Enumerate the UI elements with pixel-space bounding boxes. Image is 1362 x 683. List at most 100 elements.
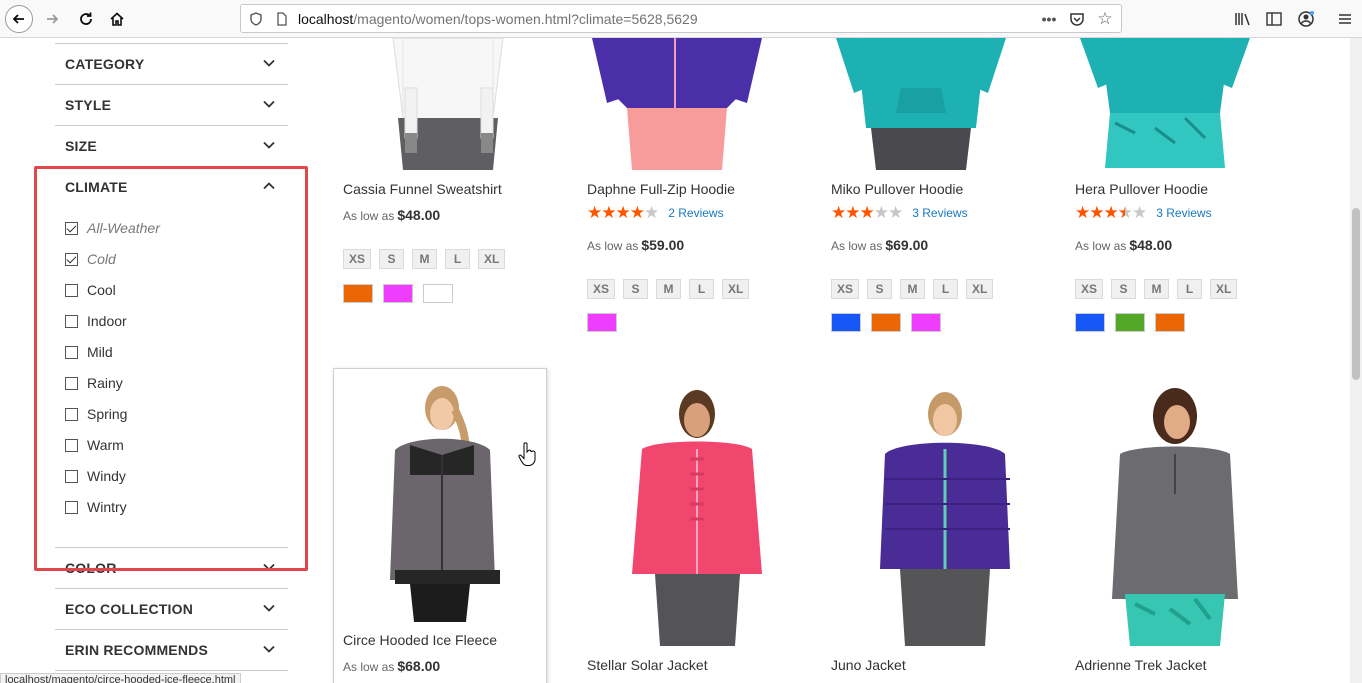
color-swatch[interactable] <box>1075 313 1105 332</box>
filter-title: CATEGORY <box>65 56 145 72</box>
product-price: As low as $69.00 <box>831 237 929 253</box>
home-icon[interactable] <box>103 5 131 33</box>
product-name-link[interactable]: Miko Pullover Hoodie <box>831 181 963 197</box>
color-options <box>831 313 941 332</box>
size-swatch[interactable]: M <box>900 279 926 299</box>
size-swatch[interactable]: XS <box>831 279 860 299</box>
chevron-down-icon <box>263 141 275 149</box>
rating-stars: ★★★★★ 3 Reviews <box>1075 203 1212 222</box>
size-swatch[interactable]: M <box>412 249 438 269</box>
library-icon[interactable] <box>1229 5 1257 33</box>
size-swatch[interactable]: L <box>445 249 471 269</box>
product-image[interactable] <box>831 38 1011 170</box>
address-bar[interactable]: localhost/magento/women/tops-women.html?… <box>240 4 1122 33</box>
size-swatch[interactable]: M <box>1144 279 1170 299</box>
filter-category[interactable]: CATEGORY <box>55 43 288 84</box>
product-name-link[interactable]: Juno Jacket <box>831 657 906 673</box>
size-swatch[interactable]: L <box>1177 279 1203 299</box>
page-scrollbar[interactable] <box>1350 38 1362 683</box>
color-swatch[interactable] <box>831 313 861 332</box>
color-swatch[interactable] <box>383 284 413 303</box>
size-swatch[interactable]: S <box>379 249 405 269</box>
chevron-down-icon <box>263 100 275 108</box>
filter-style[interactable]: STYLE <box>55 84 288 125</box>
annotation-highlight-box <box>34 166 308 571</box>
scrollbar-thumb[interactable] <box>1352 208 1360 380</box>
color-swatch[interactable] <box>587 313 617 332</box>
size-swatch[interactable]: XL <box>966 279 994 299</box>
account-icon[interactable] <box>1292 5 1320 33</box>
product-image[interactable] <box>620 384 770 646</box>
chevron-down-icon <box>263 645 275 653</box>
size-swatch[interactable]: L <box>933 279 959 299</box>
hand-cursor-icon <box>518 442 536 466</box>
product-price: As low as $48.00 <box>1075 237 1173 253</box>
filter-title: STYLE <box>65 97 112 113</box>
reviews-link[interactable]: 3 Reviews <box>912 206 967 220</box>
color-swatch[interactable] <box>1155 313 1185 332</box>
product-name-link[interactable]: Cassia Funnel Sweatshirt <box>343 181 502 197</box>
color-swatch[interactable] <box>1115 313 1145 332</box>
size-options: XS S M L XL <box>831 279 994 299</box>
size-swatch[interactable]: XL <box>722 279 750 299</box>
filter-title: ECO COLLECTION <box>65 601 194 617</box>
size-swatch[interactable]: XS <box>1075 279 1104 299</box>
size-swatch[interactable]: XL <box>478 249 506 269</box>
status-bar-url: localhost/magento/circe-hooded-ice-fleec… <box>0 673 241 683</box>
forward-arrow-icon[interactable] <box>38 5 66 33</box>
product-image[interactable] <box>343 38 555 170</box>
product-name-link[interactable]: Hera Pullover Hoodie <box>1075 181 1208 197</box>
reload-icon[interactable] <box>72 5 100 33</box>
filter-title: SIZE <box>65 138 97 154</box>
back-arrow-icon[interactable] <box>5 5 33 33</box>
product-name-link[interactable]: Circe Hooded Ice Fleece <box>343 632 497 648</box>
size-swatch[interactable]: XL <box>1210 279 1238 299</box>
hamburger-menu-icon[interactable] <box>1331 5 1359 33</box>
size-swatch[interactable]: S <box>623 279 649 299</box>
filter-title: ERIN RECOMMENDS <box>65 642 209 658</box>
filter-eco-collection[interactable]: ECO COLLECTION <box>55 588 288 629</box>
product-image[interactable] <box>870 384 1020 646</box>
color-swatch[interactable] <box>423 284 453 303</box>
rating-stars: ★★★★ ★ 2 Reviews <box>587 203 724 222</box>
product-image[interactable] <box>587 38 767 170</box>
filter-erin-recommends[interactable]: ERIN RECOMMENDS <box>55 629 288 670</box>
product-image[interactable] <box>1075 38 1255 170</box>
size-swatch[interactable]: S <box>1111 279 1137 299</box>
size-options: XS S M L XL <box>587 279 750 299</box>
reviews-link[interactable]: 3 Reviews <box>1156 206 1211 220</box>
color-swatch[interactable] <box>343 284 373 303</box>
size-swatch[interactable]: S <box>867 279 893 299</box>
product-price: As low as $48.00 <box>343 207 441 223</box>
product-image[interactable] <box>360 380 520 622</box>
product-price: As low as $68.00 <box>343 658 441 674</box>
pocket-icon[interactable] <box>1066 8 1088 30</box>
more-actions-icon[interactable]: ••• <box>1038 8 1060 30</box>
chevron-down-icon <box>263 604 275 612</box>
product-name-link[interactable]: Adrienne Trek Jacket <box>1075 657 1207 673</box>
color-options <box>343 284 453 303</box>
size-swatch[interactable]: M <box>656 279 682 299</box>
size-options: XS S M L XL <box>1075 279 1238 299</box>
size-swatch[interactable]: L <box>689 279 715 299</box>
shield-icon[interactable] <box>245 8 267 30</box>
filter-size[interactable]: SIZE <box>55 125 288 166</box>
product-image[interactable] <box>1100 384 1250 646</box>
size-swatch[interactable]: XS <box>587 279 616 299</box>
size-options: XS S M L XL <box>343 249 506 269</box>
url-text: localhost/magento/women/tops-women.html?… <box>298 11 698 27</box>
product-name-link[interactable]: Daphne Full-Zip Hoodie <box>587 181 735 197</box>
reviews-link[interactable]: 2 Reviews <box>668 206 723 220</box>
sidebar-toggle-icon[interactable] <box>1260 5 1288 33</box>
color-options <box>1075 313 1185 332</box>
bookmark-star-icon[interactable]: ☆ <box>1094 8 1116 30</box>
product-price: As low as $59.00 <box>587 237 685 253</box>
page-info-icon[interactable] <box>271 8 293 30</box>
size-swatch[interactable]: XS <box>343 249 372 269</box>
rating-stars: ★★★★★ 3 Reviews <box>831 203 968 222</box>
color-swatch[interactable] <box>871 313 901 332</box>
product-name-link[interactable]: Stellar Solar Jacket <box>587 657 708 673</box>
color-swatch[interactable] <box>911 313 941 332</box>
color-options <box>587 313 617 332</box>
browser-toolbar: localhost/magento/women/tops-women.html?… <box>0 0 1362 38</box>
